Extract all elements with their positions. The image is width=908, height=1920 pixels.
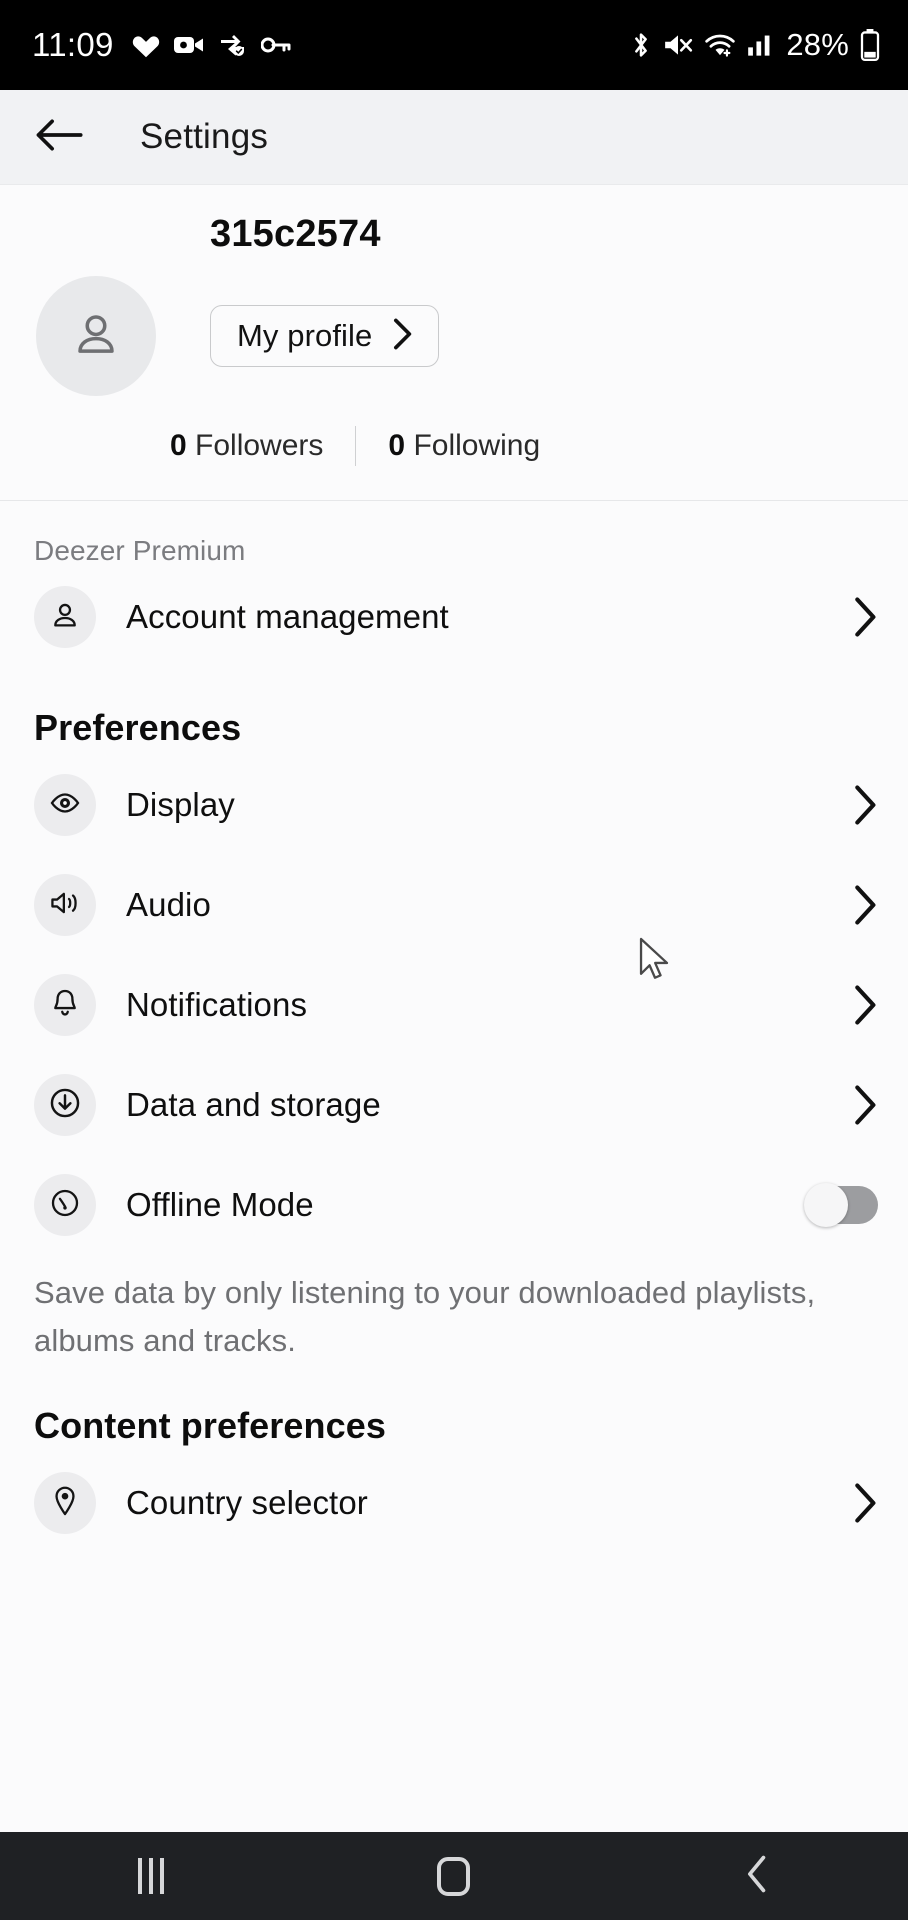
row-account-management[interactable]: Account management xyxy=(0,567,908,667)
chevron-right-icon xyxy=(852,984,878,1026)
row-label: Data and storage xyxy=(126,1086,381,1123)
followers-count: 0 xyxy=(170,429,187,462)
back-button-nav[interactable] xyxy=(682,1832,832,1920)
recents-icon xyxy=(138,1858,165,1894)
status-bar-clock: 11:09 xyxy=(32,26,114,63)
stats-divider xyxy=(355,426,357,466)
wifi-icon xyxy=(704,32,736,58)
battery-percent-label: 28% xyxy=(786,27,849,62)
profile-stats: 0 Followers 0 Following xyxy=(0,426,908,466)
row-notifications[interactable]: Notifications xyxy=(0,955,908,1055)
chevron-right-icon xyxy=(852,596,878,638)
android-navigation-bar xyxy=(0,1832,908,1920)
cellular-signal-icon xyxy=(747,33,773,57)
phone-screen: 11:09 28% Settings 315c2574 My profile 0… xyxy=(0,0,908,1920)
offline-mode-description: Save data by only listening to your down… xyxy=(34,1275,816,1358)
row-label: Offline Mode xyxy=(126,1186,314,1223)
profile-username: 315c2574 xyxy=(210,213,381,255)
video-camera-icon xyxy=(173,34,204,56)
row-icon-badge xyxy=(34,1074,96,1136)
app-bar: Settings xyxy=(0,90,908,185)
status-bar-right: 28% xyxy=(630,27,880,63)
my-profile-button[interactable]: My profile xyxy=(210,305,440,367)
row-label: Audio xyxy=(126,886,211,923)
section-heading-preferences: Preferences xyxy=(34,707,242,748)
row-icon-badge xyxy=(34,974,96,1036)
following-label: Following xyxy=(413,429,541,462)
row-offline-mode[interactable]: Offline Mode xyxy=(0,1155,908,1255)
row-display[interactable]: Display xyxy=(0,755,908,855)
row-label: Country selector xyxy=(126,1484,368,1521)
profile-section: 315c2574 My profile 0 Followers 0 Follow… xyxy=(0,185,908,501)
row-icon-badge xyxy=(34,874,96,936)
location-pin-icon xyxy=(52,1485,78,1522)
offline-mode-toggle[interactable] xyxy=(804,1183,878,1227)
speaker-icon xyxy=(49,889,81,922)
status-bar-left: 11:09 xyxy=(32,26,291,64)
volume-muted-icon xyxy=(663,32,693,58)
row-label: Display xyxy=(126,786,235,823)
following-count: 0 xyxy=(388,429,406,462)
key-icon xyxy=(260,36,291,54)
chevron-right-icon xyxy=(852,1482,878,1524)
chevron-right-icon xyxy=(852,784,878,826)
settings-scroll-area[interactable]: 315c2574 My profile 0 Followers 0 Follow… xyxy=(0,185,908,1832)
toggle-knob xyxy=(804,1183,848,1227)
section-label-deezer-premium: Deezer Premium xyxy=(34,535,246,566)
row-audio[interactable]: Audio xyxy=(0,855,908,955)
chevron-right-icon xyxy=(392,318,412,355)
row-icon-badge xyxy=(34,586,96,648)
person-icon xyxy=(70,308,122,365)
offline-mode-icon xyxy=(50,1188,80,1223)
home-button[interactable] xyxy=(379,1832,529,1920)
my-profile-label: My profile xyxy=(237,318,373,353)
row-label: Notifications xyxy=(126,986,308,1023)
page-title: Settings xyxy=(140,117,269,156)
back-button[interactable] xyxy=(30,108,88,166)
row-label: Account management xyxy=(126,598,449,635)
person-icon xyxy=(50,600,80,635)
avatar[interactable] xyxy=(36,276,156,396)
back-icon xyxy=(745,1854,769,1899)
followers-stat[interactable]: 0 Followers xyxy=(170,429,323,463)
row-country-selector[interactable]: Country selector xyxy=(0,1453,908,1553)
row-icon-badge xyxy=(34,774,96,836)
section-heading-content-preferences: Content preferences xyxy=(34,1405,386,1446)
profile-row: My profile xyxy=(0,276,908,396)
deezer-heart-icon xyxy=(132,32,160,58)
chevron-right-icon xyxy=(852,1084,878,1126)
following-stat[interactable]: 0 Following xyxy=(388,429,540,463)
battery-icon xyxy=(860,29,880,61)
vpn-sync-icon xyxy=(218,33,247,57)
row-icon-badge xyxy=(34,1472,96,1534)
home-icon xyxy=(437,1856,471,1896)
download-circle-icon xyxy=(49,1087,81,1124)
arrow-left-icon xyxy=(35,117,83,158)
bell-icon xyxy=(51,988,79,1023)
bluetooth-icon xyxy=(630,30,652,60)
recents-button[interactable] xyxy=(76,1832,226,1920)
eye-icon xyxy=(49,791,81,820)
chevron-right-icon xyxy=(852,884,878,926)
row-data-and-storage[interactable]: Data and storage xyxy=(0,1055,908,1155)
row-icon-badge xyxy=(34,1174,96,1236)
status-bar: 11:09 28% xyxy=(0,0,908,90)
followers-label: Followers xyxy=(195,429,324,462)
